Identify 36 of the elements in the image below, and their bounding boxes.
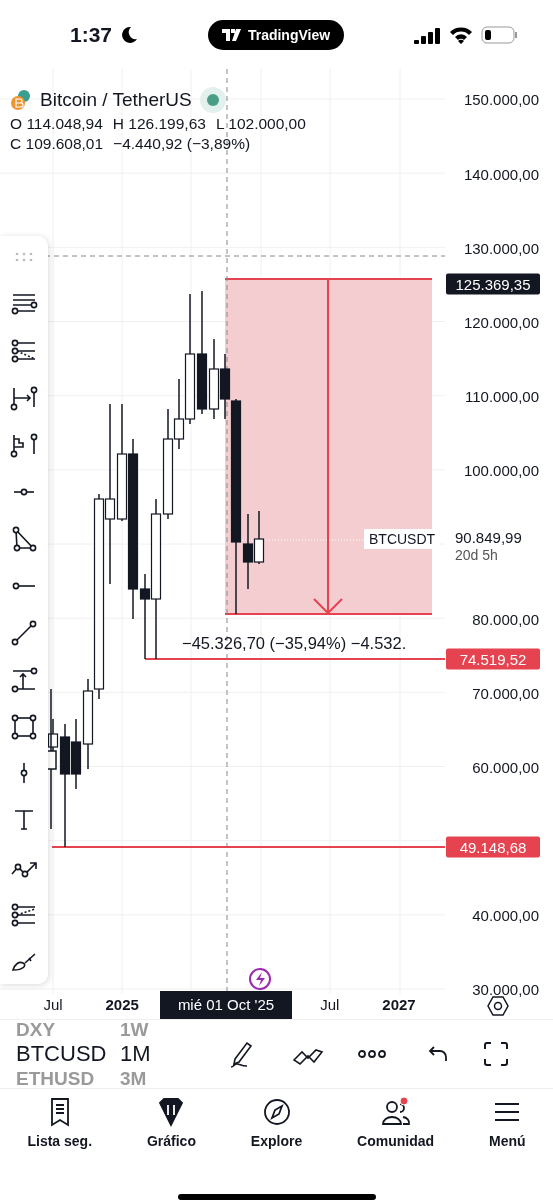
last-price: 90.849,99 — [455, 529, 522, 547]
moon-icon — [120, 25, 139, 44]
crosshair-date: mié 01 Oct '25 — [160, 990, 292, 1019]
interval-option[interactable]: 1M — [120, 1039, 180, 1070]
lightning-icon[interactable] — [249, 968, 271, 991]
ohlc-value: L 102.000,00 — [215, 115, 306, 134]
price-badge: 49.148,68 — [446, 836, 540, 858]
symbol-title[interactable]: Bitcoin / TetherUS — [40, 89, 192, 112]
ohlc-value: H 126.199,63 — [112, 115, 206, 134]
nav-tab[interactable]: Explore — [250, 1096, 303, 1177]
signal-icon — [414, 25, 441, 44]
time-tick: 2025 — [105, 995, 139, 1013]
nav-tab[interactable]: Gráfico — [146, 1096, 196, 1177]
symbol-option[interactable]: BTCUSD — [16, 1039, 120, 1070]
time-tick: Jul — [320, 995, 340, 1013]
position-stats: −45.326,70 (−35,94%) −4.532. — [182, 634, 407, 654]
change-value: −4.440,92 (−3,89%) — [113, 135, 251, 154]
nav-tab[interactable]: Lista seg. — [27, 1096, 93, 1177]
scale-handle[interactable] — [45, 688, 57, 831]
price-badge: 125.369,35 — [446, 273, 540, 295]
logo-icon — [221, 28, 242, 41]
price-badge: 74.519,52 — [446, 648, 540, 670]
bar-countdown: 20d 5h — [455, 547, 498, 564]
nav-tab[interactable]: Comunidad — [357, 1096, 435, 1177]
clock: 1:37 — [70, 22, 113, 47]
coin-icon — [10, 89, 32, 112]
app-name: TradingView — [247, 26, 331, 43]
symbol-tag: BTCUSDT — [364, 529, 441, 550]
ohlc-value: C 109.608,01 — [10, 135, 104, 154]
time-tick: 2027 — [382, 995, 416, 1013]
candle — [253, 510, 265, 566]
ohlc-value: O 114.048,94 — [10, 115, 103, 134]
battery-icon — [481, 25, 519, 44]
wifi-icon — [449, 25, 473, 44]
time-tick: Jul — [43, 995, 63, 1013]
nav-tab[interactable]: Menú — [488, 1096, 526, 1177]
